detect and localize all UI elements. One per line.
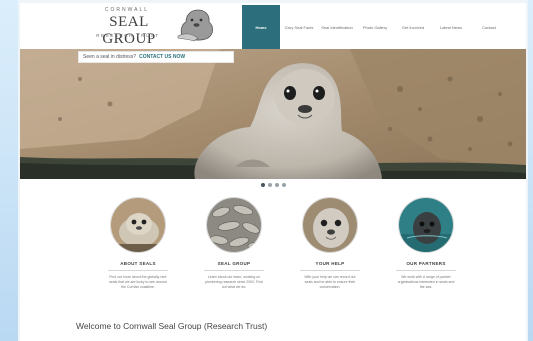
our-partners-image[interactable] [398,197,454,253]
seal-group-image[interactable] [206,197,262,253]
feature-blocks: ABOUT SEALS Find out more about the glob… [20,197,526,307]
main-navigation: Home Grey Seal Facts Seal Identification… [242,5,508,49]
feature-text: Learn about our team, working on pioneer… [205,275,263,289]
logo-bottom-text: RESEARCH TRUST [96,33,160,38]
nav-item-photo-gallery[interactable]: Photo Gallery [356,5,394,49]
feature-text: We work with a range of partner organisa… [397,275,455,289]
logo-main-text: SEAL GROUP [102,14,156,47]
hero-slider[interactable] [20,49,526,179]
feature-divider [204,270,264,271]
seal-colony-photo-icon [207,198,261,252]
feature-title: SEAL GROUP [217,261,251,266]
feature-your-help[interactable]: YOUR HELP With your help we can record o… [290,197,370,290]
nav-item-grey-seal-facts[interactable]: Grey Seal Facts [280,5,318,49]
feature-seal-group[interactable]: SEAL GROUP Learn about our team, working… [194,197,274,290]
feature-divider [108,270,168,271]
seal-face-photo-icon [303,198,357,252]
slider-dot-2[interactable] [267,183,272,187]
site-header: CORNWALL SEAL GROUP RESEARCH TRUST Home … [20,3,526,49]
hand-holding-seal-logo-icon [177,9,214,42]
slider-dots [20,183,526,187]
feature-title: OUR PARTNERS [406,261,446,266]
hero-seal-photo [20,49,526,179]
about-seals-image[interactable] [110,197,166,253]
contact-us-now-link[interactable]: CONTACT US NOW [139,54,185,60]
feature-divider [300,270,360,271]
feature-title: YOUR HELP [315,261,345,266]
feature-title: ABOUT SEALS [120,261,156,266]
distress-tagline: Seen a seal in distress? CONTACT US NOW [78,51,234,63]
welcome-heading: Welcome to Cornwall Seal Group (Research… [76,321,268,331]
feature-divider [396,270,456,271]
tagline-text: Seen a seal in distress? [83,54,137,60]
feature-text: With your help we can record our seals a… [304,275,356,289]
site-logo[interactable]: CORNWALL SEAL GROUP RESEARCH TRUST [78,6,238,49]
nav-item-latest-news[interactable]: Latest News [432,5,470,49]
slider-dot-3[interactable] [274,183,279,187]
feature-our-partners[interactable]: OUR PARTNERS We work with a range of par… [386,197,466,290]
logo-top-text: CORNWALL [104,7,150,13]
nav-item-contact[interactable]: Contact [470,5,508,49]
website: CORNWALL SEAL GROUP RESEARCH TRUST Home … [20,3,526,341]
feature-about-seals[interactable]: ABOUT SEALS Find out more about the glob… [98,197,178,290]
nav-item-get-involved[interactable]: Get Involved [394,5,432,49]
your-help-image[interactable] [302,197,358,253]
nav-item-home[interactable]: Home [242,5,280,49]
nav-item-seal-identification[interactable]: Seal Identification [318,5,356,49]
seal-pup-photo-icon [111,198,165,252]
feature-text: Find out more about the globally rare se… [109,275,167,289]
seal-in-water-photo-icon [399,198,453,252]
slider-dot-4[interactable] [281,183,286,187]
slider-dot-1[interactable] [260,183,265,187]
